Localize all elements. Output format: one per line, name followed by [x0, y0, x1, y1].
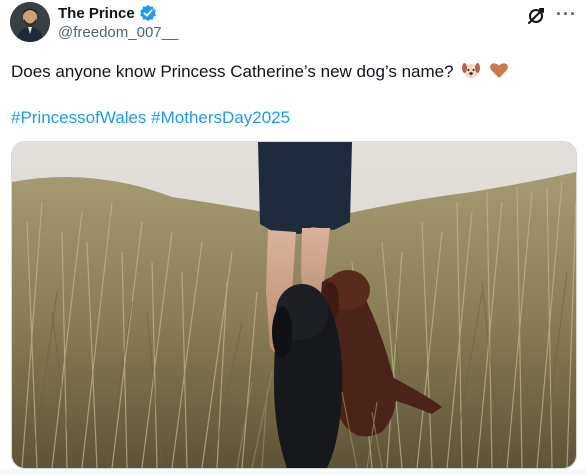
- post-media-image[interactable]: [11, 141, 577, 469]
- display-name[interactable]: The Prince: [58, 5, 135, 22]
- avatar[interactable]: [10, 2, 50, 42]
- grok-icon[interactable]: [526, 6, 546, 26]
- author-handle[interactable]: @freedom_007__: [58, 24, 178, 41]
- dog-face-emoji: [461, 60, 481, 86]
- post: The Prince @freedom_007__ ··· Does anyon…: [0, 0, 586, 475]
- author-name-row: The Prince: [58, 4, 157, 22]
- person-avatar-icon: [10, 2, 50, 42]
- brown-heart-emoji: [489, 60, 509, 86]
- post-body: Does anyone know Princess Catherine’s ne…: [11, 62, 454, 81]
- dune-walk-photo: [12, 142, 576, 468]
- more-icon[interactable]: ···: [556, 4, 577, 25]
- hashtag-link[interactable]: #PrincessofWales: [11, 108, 146, 127]
- post-text: Does anyone know Princess Catherine’s ne…: [11, 60, 509, 86]
- hashtag-link[interactable]: #MothersDay2025: [151, 108, 290, 127]
- post-divider: [0, 469, 586, 475]
- hashtag-row: #PrincessofWales #MothersDay2025: [11, 107, 290, 129]
- verified-badge-icon: [139, 4, 157, 22]
